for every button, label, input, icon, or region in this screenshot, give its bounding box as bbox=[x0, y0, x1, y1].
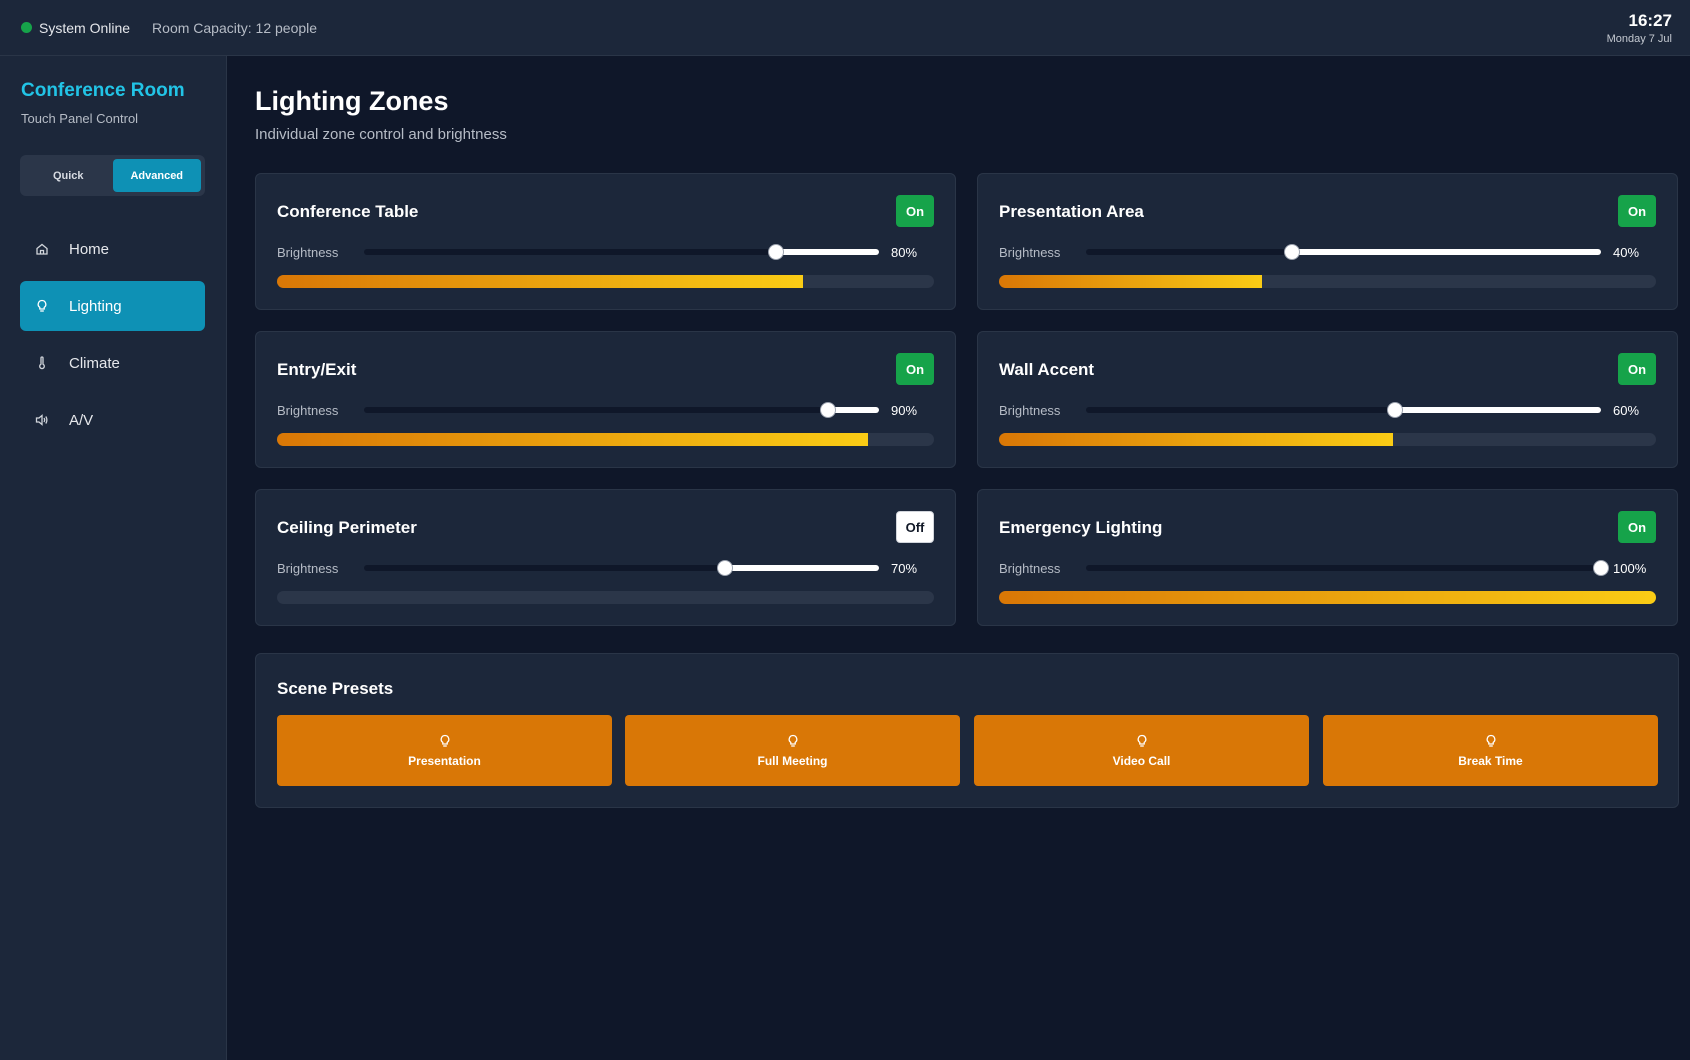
room-capacity: Room Capacity: 12 people bbox=[152, 19, 318, 36]
scene-presets-title: Scene Presets bbox=[277, 679, 394, 698]
brightness-slider[interactable] bbox=[1086, 244, 1601, 260]
brightness-slider[interactable] bbox=[364, 244, 879, 260]
brightness-label: Brightness bbox=[999, 561, 1061, 576]
preset-full-meeting-button[interactable]: Full Meeting bbox=[625, 715, 960, 786]
home-icon bbox=[35, 242, 49, 256]
brightness-label: Brightness bbox=[999, 403, 1061, 418]
lightbulb-icon bbox=[1137, 734, 1146, 747]
lightbulb-icon bbox=[440, 734, 449, 747]
brightness-value: 70% bbox=[891, 561, 918, 576]
mode-advanced-button[interactable]: Advanced bbox=[112, 159, 201, 192]
zone-power-toggle[interactable]: On bbox=[896, 353, 934, 385]
zone-power-toggle[interactable]: On bbox=[896, 195, 934, 227]
lightbulb-icon bbox=[788, 734, 797, 747]
lightbulb-icon bbox=[1486, 734, 1495, 747]
brightness-slider[interactable] bbox=[364, 560, 879, 576]
zone-name: Emergency Lighting bbox=[999, 518, 1163, 537]
preset-label: Presentation bbox=[408, 753, 481, 768]
brightness-value: 60% bbox=[1613, 403, 1640, 418]
sidebar-nav: Home Lighting Climate A/V bbox=[20, 224, 205, 452]
brightness-slider[interactable] bbox=[364, 402, 879, 418]
brightness-label: Brightness bbox=[277, 245, 339, 260]
room-subtitle: Touch Panel Control bbox=[21, 111, 139, 126]
mode-quick-button[interactable]: Quick bbox=[24, 159, 113, 192]
zone-card: Emergency Lighting On Brightness 100% bbox=[977, 489, 1678, 626]
zone-power-toggle[interactable]: On bbox=[1618, 195, 1656, 227]
sidebar-item-label: Climate bbox=[69, 354, 120, 372]
slider-handle[interactable] bbox=[1387, 402, 1403, 418]
zone-card: Presentation Area On Brightness 40% bbox=[977, 173, 1678, 310]
page-title: Lighting Zones bbox=[255, 86, 449, 116]
brightness-value: 100% bbox=[1613, 561, 1647, 576]
top-status-bar: System Online Room Capacity: 12 people 1… bbox=[0, 0, 1690, 56]
brightness-slider[interactable] bbox=[1086, 402, 1601, 418]
clock-date: Monday 7 Jul bbox=[1606, 33, 1672, 45]
zone-card: Entry/Exit On Brightness 90% bbox=[255, 331, 956, 468]
clock-time: 16:27 bbox=[1628, 11, 1672, 30]
online-status-icon bbox=[21, 22, 32, 33]
speaker-icon bbox=[35, 413, 49, 427]
zone-name: Conference Table bbox=[277, 202, 419, 221]
zone-power-toggle[interactable]: Off bbox=[896, 511, 934, 543]
brightness-slider[interactable] bbox=[1086, 560, 1609, 576]
slider-handle[interactable] bbox=[716, 560, 733, 576]
brightness-level-bar bbox=[999, 591, 1656, 604]
page-subtitle: Individual zone control and brightness bbox=[255, 126, 507, 143]
sidebar-item-label: Home bbox=[69, 240, 110, 258]
sidebar-item-av[interactable]: A/V bbox=[20, 395, 205, 445]
zone-card: Wall Accent On Brightness 60% bbox=[977, 331, 1678, 468]
brightness-label: Brightness bbox=[999, 245, 1061, 260]
slider-handle[interactable] bbox=[819, 402, 836, 418]
thermometer-icon bbox=[35, 356, 49, 370]
mode-toggle: Quick Advanced bbox=[20, 155, 205, 196]
preset-video-call-button[interactable]: Video Call bbox=[974, 715, 1309, 786]
brightness-level-bar bbox=[999, 275, 1656, 288]
room-title: Conference Room bbox=[21, 80, 185, 101]
brightness-value: 90% bbox=[891, 403, 918, 418]
zone-power-toggle[interactable]: On bbox=[1618, 353, 1656, 385]
brightness-level-bar bbox=[277, 591, 934, 604]
brightness-level-bar bbox=[999, 433, 1656, 446]
preset-break-time-button[interactable]: Break Time bbox=[1323, 715, 1658, 786]
lightbulb-icon bbox=[35, 299, 49, 313]
sidebar-item-climate[interactable]: Climate bbox=[20, 338, 205, 388]
zone-card: Conference Table On Brightness 80% bbox=[255, 173, 956, 310]
slider-handle[interactable] bbox=[768, 244, 784, 260]
brightness-value: 40% bbox=[1613, 245, 1640, 260]
sidebar-item-lighting[interactable]: Lighting bbox=[20, 281, 205, 331]
preset-presentation-button[interactable]: Presentation bbox=[277, 715, 612, 786]
zone-name: Ceiling Perimeter bbox=[277, 518, 417, 537]
system-status: System Online bbox=[39, 19, 131, 36]
brightness-level-bar bbox=[277, 433, 934, 446]
slider-handle[interactable] bbox=[1593, 560, 1609, 576]
zone-name: Wall Accent bbox=[999, 360, 1095, 379]
preset-label: Full Meeting bbox=[757, 753, 828, 768]
slider-handle[interactable] bbox=[1284, 244, 1300, 260]
brightness-label: Brightness bbox=[277, 403, 339, 418]
zone-name: Entry/Exit bbox=[277, 360, 357, 379]
sidebar: Conference Room Touch Panel Control Quic… bbox=[0, 56, 227, 1060]
sidebar-item-home[interactable]: Home bbox=[20, 224, 205, 274]
zone-name: Presentation Area bbox=[999, 202, 1144, 221]
preset-label: Break Time bbox=[1458, 753, 1523, 768]
clock: 16:27 Monday 7 Jul bbox=[1607, 11, 1672, 47]
sidebar-item-label: A/V bbox=[69, 411, 94, 429]
zone-card: Ceiling Perimeter Off Brightness 70% bbox=[255, 489, 956, 626]
brightness-label: Brightness bbox=[277, 561, 339, 576]
scene-presets-panel: Scene Presets Presentation Full Meeting … bbox=[255, 653, 1679, 808]
brightness-level-bar bbox=[277, 275, 934, 288]
brightness-value: 80% bbox=[891, 245, 918, 260]
preset-label: Video Call bbox=[1112, 753, 1171, 768]
zone-power-toggle[interactable]: On bbox=[1618, 511, 1656, 543]
sidebar-item-label: Lighting bbox=[69, 297, 122, 315]
